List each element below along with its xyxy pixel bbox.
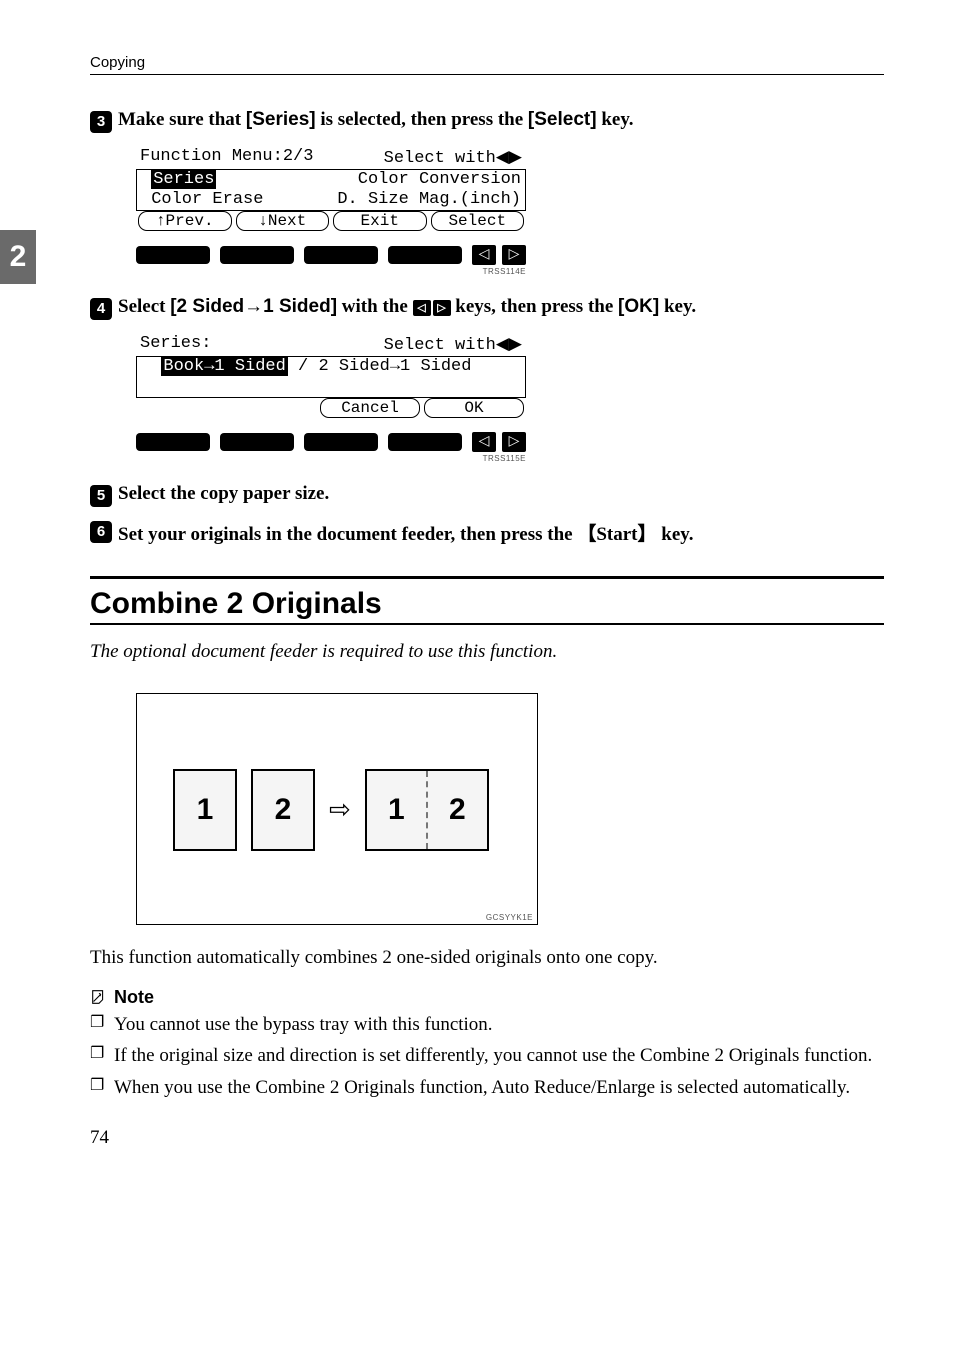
- right-arrow-icon: ▷: [502, 245, 526, 265]
- lcd-figure-2: Series: Select with◀▶ Book→1 Sided / 2 S…: [136, 334, 884, 463]
- step-text: Select [2 Sided→1 Sided] with the ◁▷ key…: [118, 296, 696, 318]
- note-label: Note: [114, 987, 154, 1008]
- figure-id: TRSS114E: [136, 267, 526, 276]
- combined-half: 2: [428, 771, 487, 849]
- hardware-button: [304, 433, 378, 451]
- note-item: When you use the Combine 2 Originals fun…: [90, 1075, 884, 1101]
- t: Select: [118, 296, 170, 317]
- t: Set your originals in the document feede…: [118, 524, 577, 545]
- hardware-button: [220, 433, 294, 451]
- lcd-softkey: ↑Prev.: [138, 211, 232, 231]
- right-arrow-icon: ▷: [502, 432, 526, 452]
- step-3: 3 Make sure that [Series] is selected, t…: [90, 109, 884, 276]
- key-label: [Series]: [246, 109, 316, 130]
- lcd-hint: Select with◀▶: [384, 147, 522, 169]
- arrow-right-icon: ⇨: [329, 795, 351, 825]
- original-page: 1: [173, 769, 237, 851]
- lcd-softkey: Exit: [333, 211, 427, 231]
- figure-id: TRSS115E: [136, 454, 526, 463]
- step-number-icon: 6: [90, 521, 112, 543]
- running-head: Copying: [90, 54, 884, 75]
- hardware-button: [220, 246, 294, 264]
- key-label: [2 Sided→1 Sided]: [170, 296, 337, 317]
- lcd-item: Book→1 Sided / 2 Sided→1 Sided: [141, 357, 471, 377]
- lcd-softkey: ↓Next: [236, 211, 330, 231]
- t: key.: [657, 524, 694, 545]
- lcd-hint: Select with◀▶: [384, 334, 522, 356]
- lcd-title: Function Menu:2/3: [140, 147, 313, 169]
- lcd-softkey: Select: [431, 211, 525, 231]
- step-number-icon: 5: [90, 485, 112, 507]
- page-number: 74: [90, 1127, 884, 1149]
- hardware-button: [304, 246, 378, 264]
- t: with the: [337, 296, 412, 317]
- lcd-item: D. Size Mag.(inch): [337, 190, 521, 210]
- t: Make sure that: [118, 109, 246, 130]
- hardware-button: [388, 433, 462, 451]
- combine-figure: 1 2 ⇨ 1 2 GCSYYK1E: [136, 693, 538, 925]
- note-item: If the original size and direction is se…: [90, 1043, 884, 1069]
- hardware-buttons: ◁ ▷: [136, 432, 526, 452]
- lcd-title: Series:: [140, 334, 211, 356]
- lcd-item: Color Conversion: [358, 170, 521, 190]
- step-text: Set your originals in the document feede…: [118, 519, 693, 546]
- lcd-item: Series: [141, 170, 216, 190]
- combined-half: 1: [367, 771, 426, 849]
- chapter-tab: 2: [0, 230, 36, 284]
- step-text: Make sure that [Series] is selected, the…: [118, 109, 634, 131]
- note-heading: Note: [90, 987, 884, 1008]
- left-right-keys-icon: ◁▷: [413, 300, 451, 316]
- t: key.: [597, 109, 634, 130]
- hardware-button: [136, 433, 210, 451]
- step-4: 4 Select [2 Sided→1 Sided] with the ◁▷ k…: [90, 296, 884, 463]
- lcd-figure-1: Function Menu:2/3 Select with◀▶ Series C…: [136, 147, 884, 276]
- step-number-icon: 3: [90, 111, 112, 133]
- step-number-icon: 4: [90, 298, 112, 320]
- hardware-buttons: ◁ ▷: [136, 245, 526, 265]
- lcd-softkey: OK: [424, 398, 524, 418]
- combined-page: 1 2: [365, 769, 489, 851]
- t: is selected, then press the: [316, 109, 528, 130]
- hardware-key-label: 【Start】: [577, 524, 656, 545]
- lcd-item: Color Erase: [141, 190, 263, 210]
- key-label: [Select]: [528, 109, 597, 130]
- t: keys, then press the: [451, 296, 619, 317]
- lcd-softkey: Cancel: [320, 398, 420, 418]
- note-list: You cannot use the bypass tray with this…: [90, 1012, 884, 1101]
- t: key.: [659, 296, 696, 317]
- step-6: 6 Set your originals in the document fee…: [90, 519, 884, 546]
- body-text: This function automatically combines 2 o…: [90, 945, 884, 971]
- hardware-button: [388, 246, 462, 264]
- section-heading: Combine 2 Originals: [90, 576, 884, 625]
- note-item: You cannot use the bypass tray with this…: [90, 1012, 884, 1038]
- original-page: 2: [251, 769, 315, 851]
- hardware-button: [136, 246, 210, 264]
- note-icon: [90, 988, 108, 1006]
- key-label: [OK]: [618, 296, 659, 317]
- figure-id: GCSYYK1E: [486, 913, 533, 922]
- section-intro: The optional document feeder is required…: [90, 641, 884, 663]
- left-arrow-icon: ◁: [472, 245, 496, 265]
- step-text: Select the copy paper size.: [118, 483, 329, 505]
- left-arrow-icon: ◁: [472, 432, 496, 452]
- step-5: 5 Select the copy paper size.: [90, 483, 884, 507]
